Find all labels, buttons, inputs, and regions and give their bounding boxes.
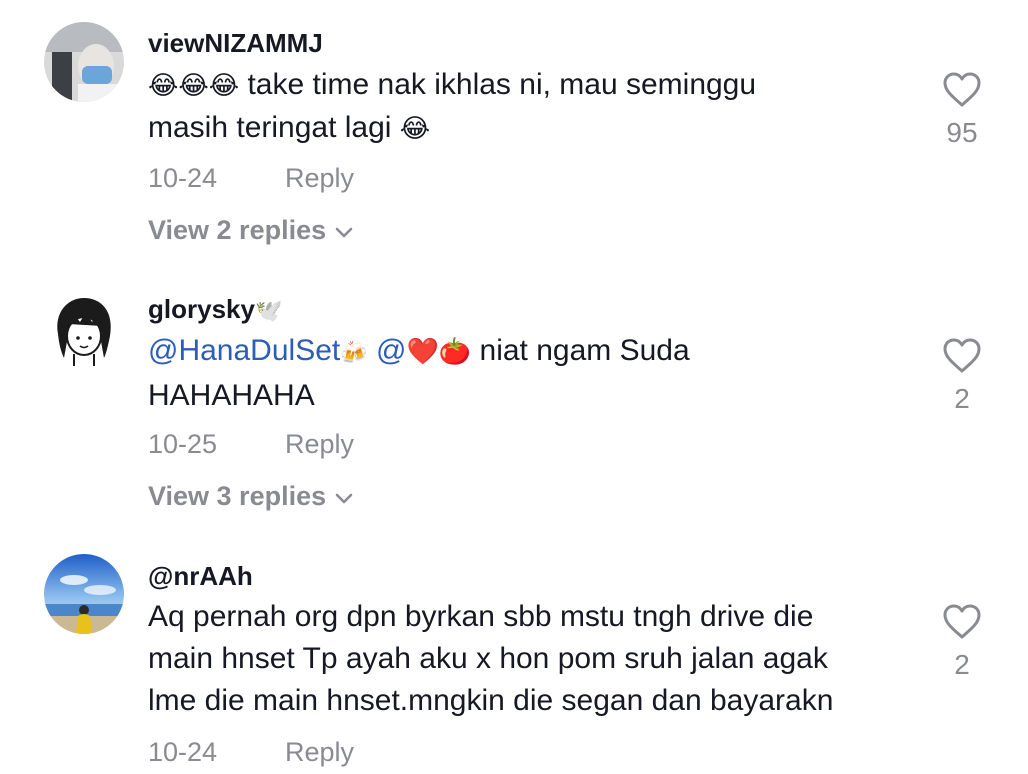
view-replies-label: View 3 replies bbox=[148, 481, 327, 511]
username-text: glorysky bbox=[148, 294, 255, 324]
avatar[interactable] bbox=[44, 554, 124, 634]
comment-meta: 10-25 Reply bbox=[148, 429, 354, 459]
comment-date: 10-24 bbox=[148, 163, 218, 193]
comment-date: 10-24 bbox=[148, 737, 218, 767]
avatar[interactable] bbox=[44, 288, 124, 368]
comment-text-line: HAHAHAHA bbox=[148, 379, 315, 412]
view-replies-label: View 2 replies bbox=[148, 215, 327, 245]
comment-text: Aq pernah org dpn byrkan sbb mstu tngh d… bbox=[148, 600, 834, 717]
laughing-emoji: 😂😂😂 bbox=[148, 71, 240, 101]
heart-outline-icon[interactable] bbox=[943, 72, 981, 108]
comment-meta: 10-24 Reply bbox=[148, 737, 354, 767]
reply-button[interactable]: Reply bbox=[285, 163, 354, 193]
like-control: 2 bbox=[930, 604, 994, 680]
chevron-down-icon bbox=[335, 227, 353, 238]
comment-text: 😂😂😂 take time nak ikhlas ni, mau semingg… bbox=[148, 64, 918, 150]
dove-emoji: 🕊️ bbox=[254, 299, 283, 324]
reply-button[interactable]: Reply bbox=[285, 429, 354, 459]
comment-username[interactable]: glorysky🕊️ bbox=[148, 294, 282, 327]
like-control: 95 bbox=[930, 72, 994, 148]
comment-text: @HanaDulSet🍻 @❤️🍅 niat ngam Suda HAHAHAH… bbox=[148, 330, 918, 417]
view-replies-button[interactable]: View 3 replies bbox=[148, 481, 354, 511]
mention-link[interactable]: @HanaDulSet bbox=[148, 334, 340, 367]
comment-username[interactable]: @nrAAh bbox=[148, 561, 253, 591]
comment-username[interactable]: viewNIZAMMJ bbox=[148, 28, 323, 58]
like-count: 2 bbox=[954, 649, 970, 680]
reply-button[interactable]: Reply bbox=[285, 737, 354, 767]
comment-meta: 10-24 Reply bbox=[148, 163, 354, 193]
view-replies-button[interactable]: View 2 replies bbox=[148, 215, 354, 245]
comment-date: 10-25 bbox=[148, 429, 218, 459]
heart-tomato-emoji: ❤️🍅 bbox=[406, 337, 472, 367]
comment-text-line: masih teringat lagi bbox=[148, 111, 400, 144]
heart-outline-icon[interactable] bbox=[943, 604, 981, 640]
like-control: 2 bbox=[930, 338, 994, 414]
like-count: 2 bbox=[954, 383, 970, 414]
chevron-down-icon bbox=[335, 493, 353, 504]
like-count: 95 bbox=[946, 117, 978, 148]
comment-text-line: niat ngam Suda bbox=[471, 334, 690, 367]
heart-outline-icon[interactable] bbox=[943, 338, 981, 374]
laughing-emoji: 😂 bbox=[399, 114, 431, 144]
beer-emoji: 🍻 bbox=[340, 341, 368, 366]
mention-link[interactable]: @ bbox=[376, 334, 406, 367]
comment-text-line: take time nak ikhlas ni, mau seminggu bbox=[239, 68, 757, 101]
avatar[interactable] bbox=[44, 22, 124, 102]
